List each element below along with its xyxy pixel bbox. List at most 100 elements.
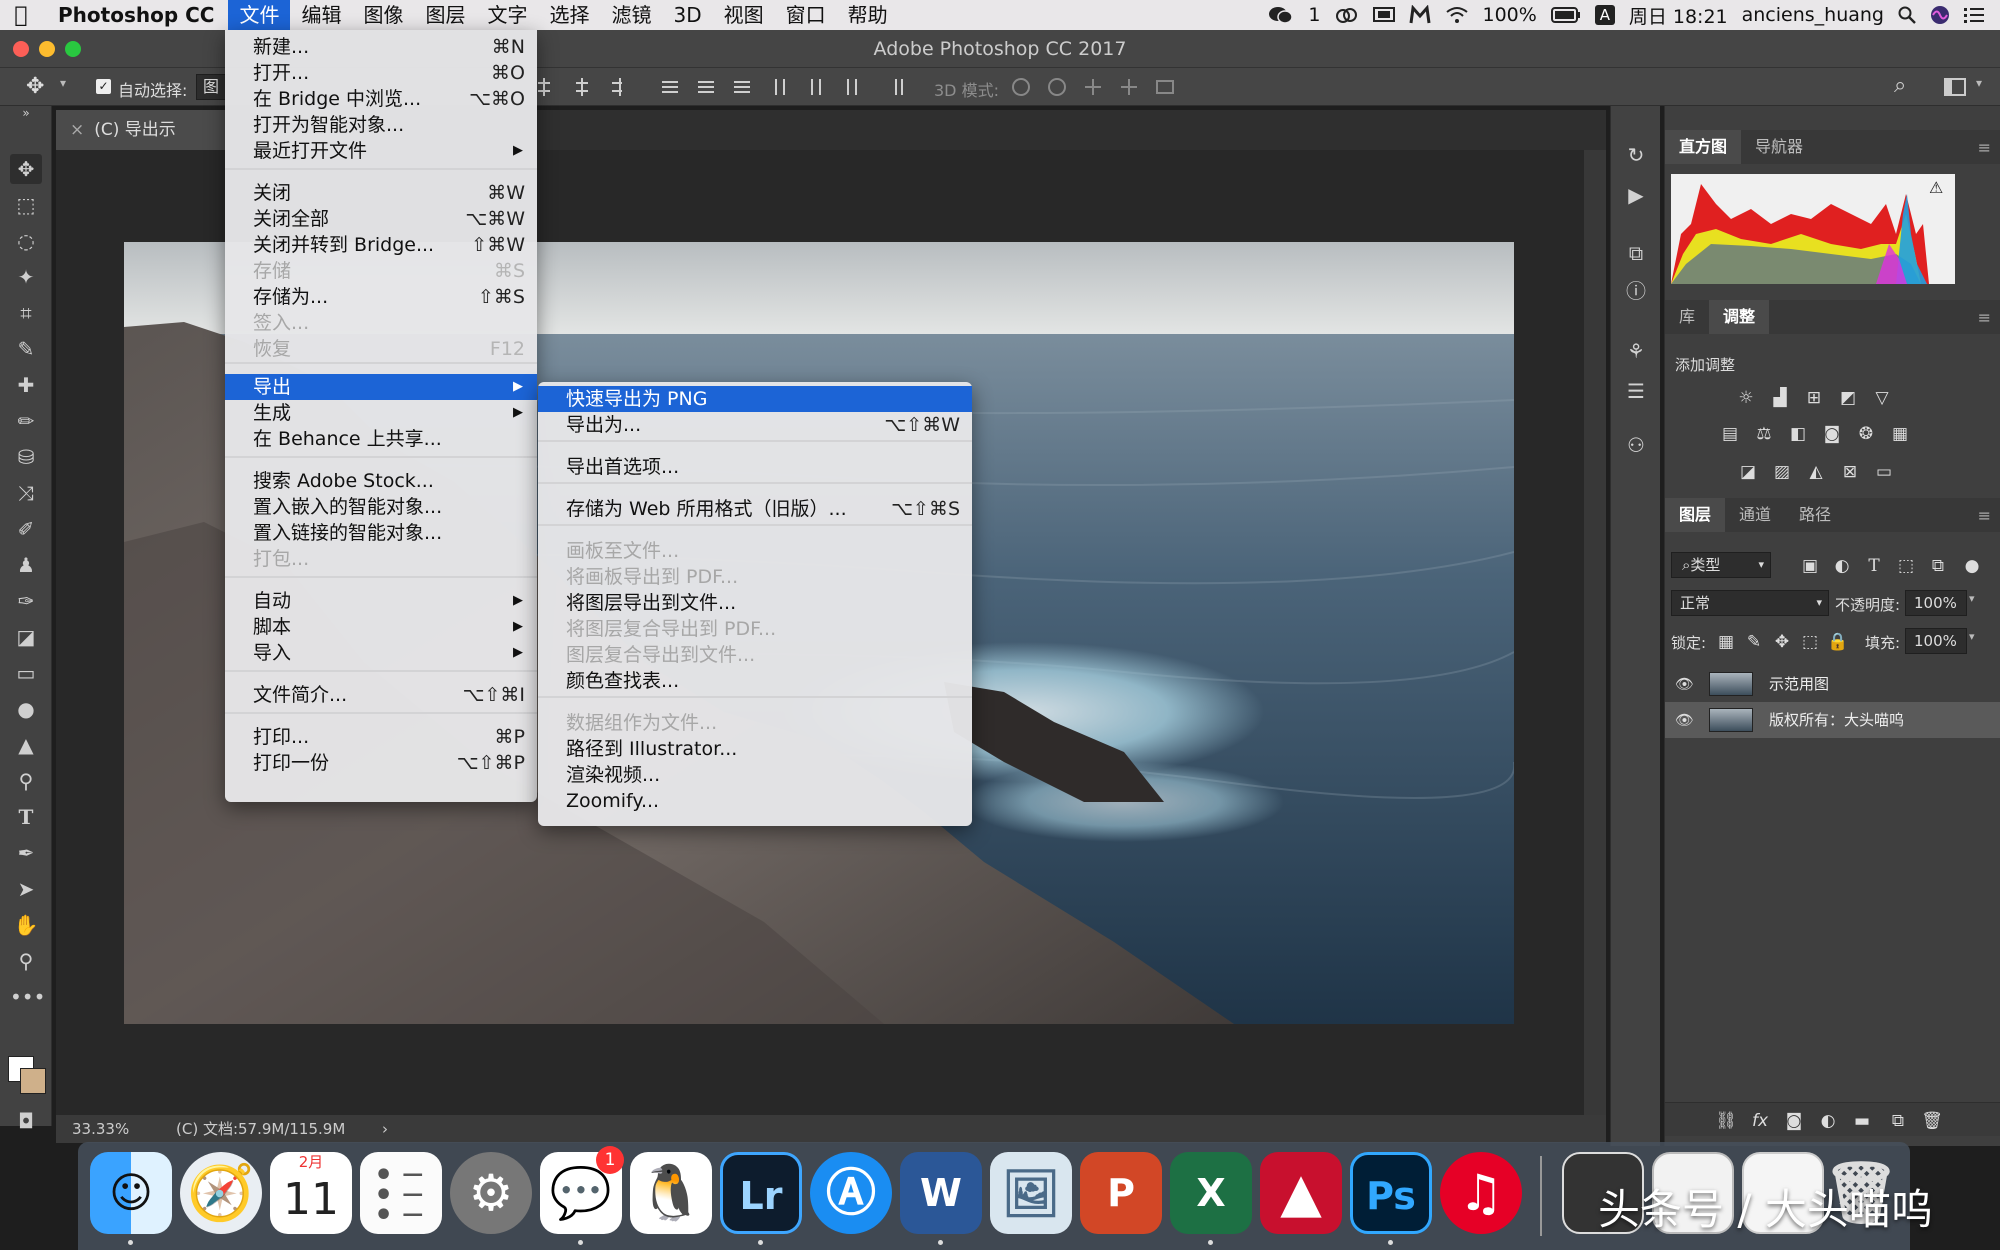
fill-field[interactable]: 100% [1905,628,1967,654]
workspace-icon[interactable] [1944,78,1966,96]
brushes-icon[interactable]: ⚘ [1623,338,1649,364]
menu-layer[interactable]: 图层 [414,0,476,30]
export-menu-item[interactable]: 将画板导出到 PDF... [538,564,972,590]
3d-mode-icons[interactable] [1010,76,1190,98]
more-tools-icon[interactable]: ••• [10,982,45,1012]
lock-image-icon[interactable]: ✎ [1743,632,1765,652]
file-menu-item[interactable]: 打开... ⌘O [225,60,537,86]
crop-tool-icon[interactable]: ⌗ [10,298,42,328]
zoom-tool-icon[interactable]: ⚲ [10,946,42,976]
powerpoint-icon[interactable]: P [1080,1152,1162,1234]
path-selection-tool-icon[interactable]: ➤ [10,874,42,904]
sharpen-tool-icon[interactable]: ▲ [10,730,42,760]
chevron-right-icon[interactable]: › [382,1115,388,1143]
menu-edit[interactable]: 编辑 [290,0,352,30]
panel-menu-icon[interactable]: ≡ [1978,308,1991,327]
lock-position-icon[interactable]: ✥ [1771,632,1793,652]
excel-icon[interactable]: X [1170,1152,1252,1234]
posterize-icon[interactable]: ▨ [1771,462,1793,482]
layer-name[interactable]: 示范用图 [1769,666,1829,702]
chevron-down-icon[interactable]: ▾ [60,76,66,90]
system-preferences-icon[interactable]: ⚙ [450,1152,532,1234]
file-menu-item[interactable]: 最近打开文件 ▶ [225,138,537,164]
export-menu-item[interactable]: 图层复合导出到文件... [538,642,972,668]
photoshop-icon[interactable]: Ps [1350,1152,1432,1234]
selective-color-icon[interactable]: ⊠ [1839,462,1861,482]
file-menu-item[interactable]: 脚本 ▶ [225,614,537,640]
chevron-down-icon[interactable]: ▾ [1976,76,1982,90]
spotlight-search-icon[interactable] [1898,6,1916,24]
lock-all-icon[interactable]: 🔒 [1827,632,1849,652]
lock-transparent-icon[interactable]: ▦ [1715,632,1737,652]
reminders-icon[interactable]: • ─ • ─ • ─ [360,1152,442,1234]
export-menu-item[interactable]: 将图层复合导出到 PDF... [538,616,972,642]
link-layers-icon[interactable]: ⛓ [1715,1111,1737,1131]
brightness-contrast-icon[interactable]: ☼ [1735,388,1757,408]
file-menu-item[interactable]: 在 Bridge 中浏览... ⌥⌘O [225,86,537,112]
wifi-icon[interactable] [1445,6,1469,24]
app-store-icon[interactable]: Ⓐ [810,1152,892,1234]
info-icon[interactable]: ⓘ [1623,278,1649,304]
channel-mixer-icon[interactable]: ❂ [1855,424,1877,444]
properties-icon[interactable]: ☰ [1623,378,1649,404]
user-name[interactable]: anciens_huang [1742,4,1884,26]
eraser-icon[interactable]: ◪ [10,622,42,652]
search-icon[interactable]: ⌕ [1894,73,1906,98]
history-brush-tool-icon[interactable]: ⤨ [10,478,42,508]
filter-type-icon[interactable]: T [1863,556,1885,576]
actions-play-icon[interactable]: ▶ [1623,182,1649,208]
filter-adjustment-icon[interactable]: ◐ [1831,556,1853,576]
exposure-icon[interactable]: ◩ [1837,388,1859,408]
filter-pixel-icon[interactable]: ▣ [1799,556,1821,576]
siri-icon[interactable] [1930,5,1950,25]
finder-icon[interactable]: ☺ [90,1152,172,1234]
eyedropper-tool-icon[interactable]: ✎ [10,334,42,364]
file-menu-item[interactable]: 置入链接的智能对象... [225,520,537,546]
export-menu-item[interactable]: 画板至文件... [538,538,972,564]
menu-filter[interactable]: 滤镜 [600,0,662,30]
document-tab[interactable]: ×(C) 导出示范.psd [56,110,226,180]
warning-icon[interactable]: ⚠ [1929,178,1943,197]
chevron-down-icon[interactable]: ▾ [1969,592,1975,605]
opacity-field[interactable]: 100% [1905,590,1967,616]
wechat-status-icon[interactable] [1268,5,1294,25]
gradient-map-icon[interactable]: ▭ [1873,462,1895,482]
blur-tool-icon[interactable]: ● [10,694,42,724]
color-lookup-icon[interactable]: ▦ [1889,424,1911,444]
file-menu-item[interactable]: 关闭并转到 Bridge... ⇧⌘W [225,232,537,258]
clone-source-icon[interactable]: ⚇ [1623,432,1649,458]
visibility-eye-icon[interactable]: 👁 [1675,666,1694,702]
add-mask-icon[interactable]: ◙ [1783,1111,1805,1131]
color-balance-icon[interactable]: ⚖ [1753,424,1775,444]
layer-row[interactable]: 👁 版权所有：大头喵呜 [1665,702,2000,738]
input-method-icon[interactable]: A [1594,5,1615,25]
file-menu-item[interactable]: 恢复 F12 [225,336,537,362]
export-menu-item[interactable]: 快速导出为 PNG [538,386,972,412]
vertical-scrollbar[interactable] [1584,150,1606,1115]
visibility-eye-icon[interactable]: 👁 [1675,702,1694,738]
menu-window[interactable]: 窗口 [775,0,837,30]
layer-kind-filter[interactable]: ⌕类型 ▾ [1671,552,1771,578]
panel-menu-icon[interactable]: ≡ [1978,138,1991,157]
smudge-tool-icon[interactable]: ✑ [10,586,42,616]
blend-mode-select[interactable]: 正常 ▾ [1671,590,1829,616]
move-tool-icon[interactable]: ✥ [10,154,42,184]
file-menu-item[interactable]: 打包... [225,546,537,572]
export-menu-item[interactable]: 数据组作为文件... [538,710,972,736]
pen-tool-icon[interactable]: ✒ [10,838,42,868]
file-menu-item[interactable]: 存储 ⌘S [225,258,537,284]
word-icon[interactable]: W [900,1152,982,1234]
file-menu-item[interactable]: 签入... [225,310,537,336]
export-menu-item[interactable]: 导出为... ⌥⇧⌘W [538,412,972,438]
export-menu-item[interactable]: 渲染视频... [538,762,972,788]
menu-image[interactable]: 图像 [352,0,414,30]
creative-cloud-icon[interactable] [1335,6,1359,24]
file-menu-item[interactable]: 关闭全部 ⌥⌘W [225,206,537,232]
auto-select-checkbox[interactable]: ✓ [96,79,111,94]
export-menu-item[interactable]: 将图层导出到文件... [538,590,972,616]
file-menu-item[interactable]: 置入嵌入的智能对象... [225,494,537,520]
lock-artboard-icon[interactable]: ⬚ [1799,632,1821,652]
filter-shape-icon[interactable]: ⬚ [1895,556,1917,576]
tab-channels[interactable]: 通道 [1725,498,1785,532]
new-adjustment-icon[interactable]: ◐ [1817,1111,1839,1131]
